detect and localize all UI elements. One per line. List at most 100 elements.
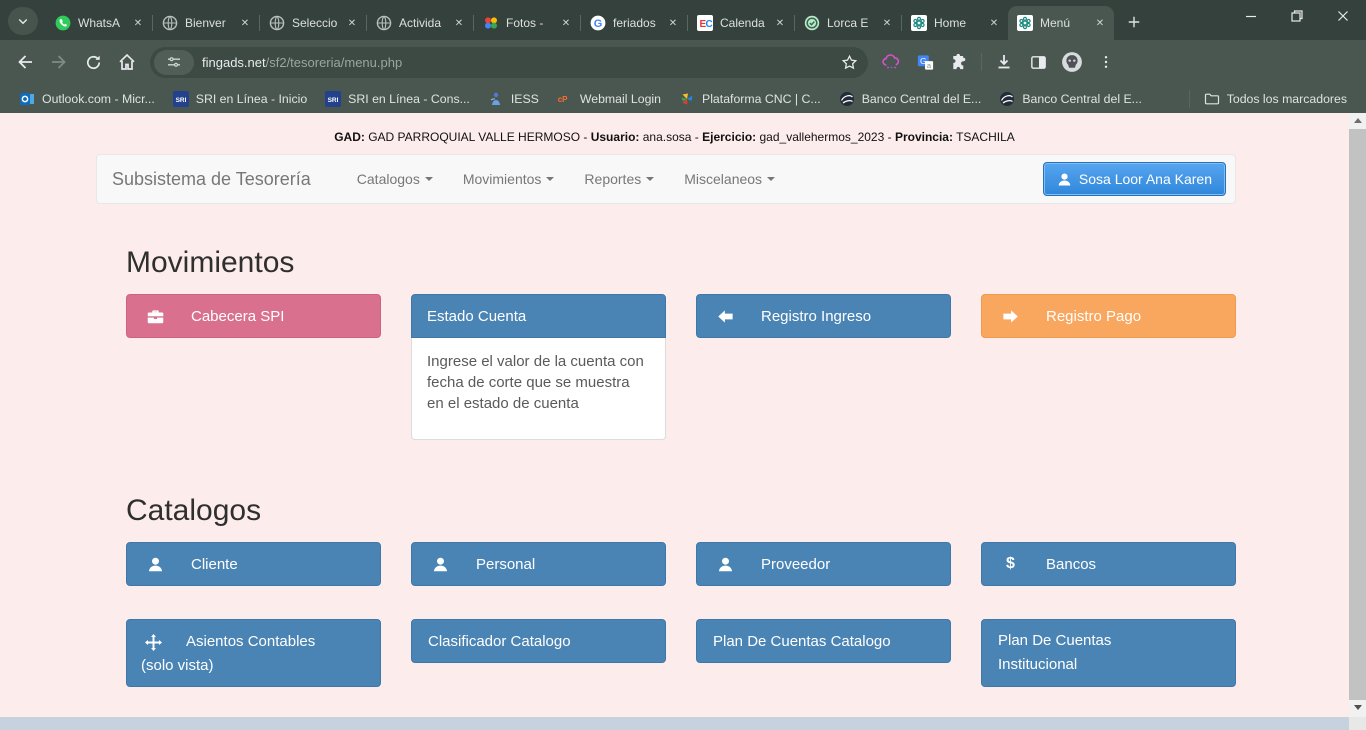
- separator: -: [691, 130, 702, 144]
- vertical-scroll-thumb[interactable]: [1349, 129, 1366, 700]
- tab-close-icon[interactable]: ✕: [344, 15, 360, 31]
- button-sublabel: (solo vista): [141, 657, 214, 674]
- forward-button[interactable]: [42, 45, 76, 79]
- tab-close-icon[interactable]: ✕: [879, 15, 895, 31]
- bookmarks-separator: [1189, 90, 1190, 108]
- forward-icon: [49, 52, 69, 72]
- browser-tab-bienvenido[interactable]: Bienver ✕: [153, 6, 259, 40]
- registro-ingreso-button[interactable]: Registro Ingreso: [696, 294, 951, 338]
- section-title-catalogos: Catalogos: [126, 494, 1236, 528]
- tab-close-icon[interactable]: ✕: [1092, 15, 1108, 31]
- button-label: Asientos Contables: [186, 630, 315, 654]
- all-bookmarks-label: Todos los marcadores: [1227, 92, 1347, 106]
- bookmark-label: SRI en Línea - Inicio: [196, 92, 307, 106]
- outlook-icon: [19, 91, 35, 107]
- browser-tab-lorca[interactable]: Lorca E ✕: [795, 6, 901, 40]
- extensions-button[interactable]: [942, 45, 976, 79]
- new-tab-button[interactable]: [1120, 8, 1148, 36]
- browser-tab-feriados[interactable]: G feriados ✕: [581, 6, 687, 40]
- button-label: Cabecera SPI: [191, 308, 284, 325]
- reload-button[interactable]: [76, 45, 110, 79]
- downloads-button[interactable]: [987, 45, 1021, 79]
- browser-tab-home[interactable]: Home ✕: [902, 6, 1008, 40]
- button-label: Proveedor: [761, 556, 830, 573]
- browser-tab-whatsapp[interactable]: WhatsA ✕: [46, 6, 152, 40]
- menu-movimientos[interactable]: Movimientos: [448, 171, 570, 187]
- browser-window: WhatsA ✕ Bienver ✕ Seleccio ✕ Activida ✕…: [0, 0, 1366, 730]
- browser-tab-fotos[interactable]: Fotos - ✕: [474, 6, 580, 40]
- horizontal-scroll-thumb[interactable]: [0, 717, 1349, 730]
- tab-close-icon[interactable]: ✕: [772, 15, 788, 31]
- menu-reportes[interactable]: Reportes: [569, 171, 669, 187]
- tab-close-icon[interactable]: ✕: [986, 15, 1002, 31]
- ec-icon: EC: [697, 15, 713, 31]
- caret-down-icon: [646, 177, 654, 181]
- tab-close-icon[interactable]: ✕: [451, 15, 467, 31]
- bookmark-outlook[interactable]: Outlook.com - Micr...: [10, 88, 164, 110]
- button-label: Plan De Cuentas Catalogo: [713, 633, 891, 650]
- cliente-button[interactable]: Cliente: [126, 542, 381, 586]
- browser-menu-button[interactable]: [1089, 45, 1123, 79]
- button-label: Registro Pago: [1046, 308, 1141, 325]
- registro-pago-button[interactable]: Registro Pago: [981, 294, 1236, 338]
- usuario-value: ana.sosa: [643, 130, 692, 144]
- bookmark-banco-central-1[interactable]: Banco Central del E...: [830, 88, 991, 110]
- proveedor-button[interactable]: Proveedor: [696, 542, 951, 586]
- caret-down-icon: [767, 177, 775, 181]
- browser-tab-actividad[interactable]: Activida ✕: [367, 6, 473, 40]
- bancos-button[interactable]: $ Bancos: [981, 542, 1236, 586]
- tab-title: Calenda: [720, 16, 772, 30]
- svg-text:SRI: SRI: [328, 97, 339, 104]
- browser-tab-seleccionar[interactable]: Seleccio ✕: [260, 6, 366, 40]
- scroll-up-arrow[interactable]: [1349, 113, 1366, 128]
- minimize-button[interactable]: [1228, 0, 1274, 32]
- button-label: Estado Cuenta: [427, 308, 526, 325]
- person-icon: [147, 556, 164, 573]
- side-panel-icon: [1029, 53, 1048, 72]
- provincia-value: TSACHILA: [956, 130, 1015, 144]
- tab-strip: WhatsA ✕ Bienver ✕ Seleccio ✕ Activida ✕…: [0, 0, 1366, 40]
- address-bar[interactable]: fingads.net/sf2/tesoreria/menu.php: [150, 47, 868, 78]
- browser-tab-menu-active[interactable]: Menú ✕: [1008, 6, 1114, 40]
- back-button[interactable]: [8, 45, 42, 79]
- user-account-button[interactable]: Sosa Loor Ana Karen: [1043, 162, 1226, 196]
- menu-miscelaneos[interactable]: Miscelaneos: [669, 171, 790, 187]
- tab-close-icon[interactable]: ✕: [558, 15, 574, 31]
- tab-close-icon[interactable]: ✕: [237, 15, 253, 31]
- vertical-scrollbar[interactable]: [1349, 113, 1366, 717]
- bookmark-sri-consultas[interactable]: SRI SRI en Línea - Cons...: [316, 88, 479, 110]
- bookmark-star-button[interactable]: [841, 54, 858, 71]
- close-button[interactable]: [1320, 0, 1366, 32]
- tab-close-icon[interactable]: ✕: [130, 15, 146, 31]
- clasificador-catalogo-button[interactable]: Clasificador Catalogo: [411, 619, 666, 663]
- scroll-down-arrow[interactable]: [1349, 700, 1366, 715]
- bookmark-iess[interactable]: IESS: [479, 88, 548, 110]
- tab-search-button[interactable]: [8, 7, 38, 35]
- bookmark-plataforma-cnc[interactable]: Plataforma CNC | C...: [670, 88, 830, 110]
- catalogos-grid-row2: Asientos Contables (solo vista) Clasific…: [126, 619, 1236, 687]
- plan-cuentas-catalogo-button[interactable]: Plan De Cuentas Catalogo: [696, 619, 951, 663]
- bookmark-webmail[interactable]: cP Webmail Login: [548, 88, 670, 110]
- all-bookmarks-button[interactable]: Todos los marcadores: [1195, 88, 1356, 110]
- browser-tab-calendario[interactable]: EC Calenda ✕: [688, 6, 794, 40]
- translate-button[interactable]: Ga: [908, 45, 942, 79]
- tab-close-icon[interactable]: ✕: [665, 15, 681, 31]
- profile-avatar[interactable]: [1055, 45, 1089, 79]
- estado-cuenta-button[interactable]: Estado Cuenta: [411, 294, 666, 338]
- site-settings-chip[interactable]: [154, 50, 194, 75]
- side-panel-button[interactable]: [1021, 45, 1055, 79]
- bookmark-banco-central-2[interactable]: Banco Central del E...: [990, 88, 1151, 110]
- movimientos-grid: Cabecera SPI Estado Cuenta Ingrese el va…: [126, 294, 1236, 440]
- tab-title: Bienver: [185, 16, 237, 30]
- menu-label: Catalogos: [357, 171, 420, 187]
- personal-button[interactable]: Personal: [411, 542, 666, 586]
- asientos-contables-button[interactable]: Asientos Contables (solo vista): [126, 619, 381, 687]
- home-button[interactable]: [110, 45, 144, 79]
- restore-button[interactable]: [1274, 0, 1320, 32]
- horizontal-scrollbar[interactable]: [0, 717, 1366, 730]
- cabecera-spi-button[interactable]: Cabecera SPI: [126, 294, 381, 338]
- extension-cloud-button[interactable]: [874, 45, 908, 79]
- bookmark-sri-inicio[interactable]: SRI SRI en Línea - Inicio: [164, 88, 316, 110]
- menu-catalogos[interactable]: Catalogos: [342, 171, 448, 187]
- plan-cuentas-institucional-button[interactable]: Plan De Cuentas Institucional: [981, 619, 1236, 687]
